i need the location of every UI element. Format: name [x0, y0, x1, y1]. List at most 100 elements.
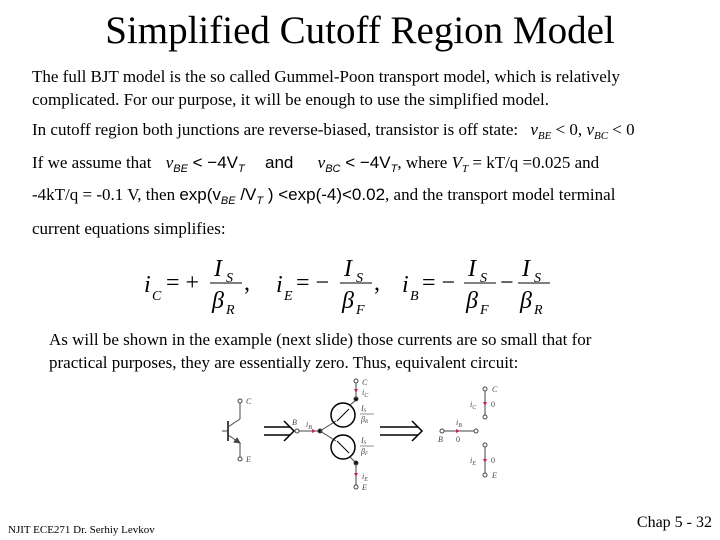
bjt-emitter-arrow: [233, 437, 241, 444]
var-v: v: [530, 120, 538, 139]
terminal-e-node: [237, 456, 243, 462]
terminal-c-node-2: [353, 378, 359, 384]
ib-current-arrow: [312, 429, 316, 433]
assume-prefix: If we assume that: [32, 153, 152, 172]
eq-ie-sub: E: [283, 289, 293, 304]
sub-be: BE: [220, 195, 236, 207]
expr2-rest: < −4V: [340, 153, 391, 172]
eq-ib-op: = −: [422, 270, 455, 296]
intro-line-1: The full BJT model is the so called Gumm…: [32, 67, 620, 86]
eq-ib-num1: I: [467, 256, 477, 282]
eq-comma: ,: [244, 270, 250, 296]
eq-ie-den: β: [341, 288, 354, 314]
eq-ie-num-sub: S: [356, 271, 363, 286]
transport-model: [294, 378, 359, 490]
var-vt: V: [451, 153, 462, 172]
eq-ic-sub: C: [152, 289, 162, 304]
eq-ib-sub: B: [410, 289, 419, 304]
eq-ic-op: = +: [166, 270, 199, 296]
conclusion-paragraph: As will be shown in the example (next sl…: [49, 328, 591, 374]
oc-label-e: E: [491, 471, 497, 480]
oc-terminal-e: [482, 472, 488, 478]
eq-ie-num: I: [343, 256, 353, 282]
source-bottom-arrow: [336, 440, 350, 454]
eq-ib-minus: −: [500, 270, 514, 296]
exp-rest: ) <exp(-4)<0.02: [263, 185, 386, 204]
slide-title: Simplified Cutoff Region Model: [105, 9, 615, 52]
eq-ib-num2: I: [521, 256, 531, 282]
oc-ie-arrow: [483, 459, 487, 463]
assume-where: , where: [397, 153, 452, 172]
implies-arrow-1: [264, 420, 296, 442]
implies-arrow-2: [380, 420, 424, 442]
terminal-c-node: [237, 398, 243, 404]
eq-ib-lhs: i: [402, 272, 409, 298]
eq-ie-den-sub: F: [355, 303, 365, 318]
source-bottom-den: βF: [360, 447, 369, 457]
equations-intro: current equations simplifies:: [32, 219, 226, 238]
bjt-collector-lead: [227, 418, 241, 428]
oc-collector-open-node: [482, 414, 488, 420]
sub-t: T: [238, 163, 245, 175]
eq-ib-num2-sub: S: [534, 271, 541, 286]
then-prefix: -4kT/q = -0.1 V, then: [32, 185, 180, 204]
vt-definition: = kT/q =0.025 and: [468, 153, 600, 172]
cond1-rest: < 0,: [551, 120, 587, 139]
eq-ib-num1-sub: S: [480, 271, 487, 286]
sub-be: BE: [537, 130, 552, 142]
exp-mid: /V: [235, 185, 257, 204]
terminal-b-node: [294, 428, 300, 434]
eq-ic-num: I: [213, 256, 223, 282]
exp-expression: exp(vBE /VT ) <exp(-4)<0.02: [179, 185, 386, 207]
eq-ic-den-sub: R: [225, 303, 235, 318]
oc-label-ie: iE: [470, 456, 476, 467]
sub-bc: BC: [325, 163, 341, 175]
eq-ib-den1: β: [465, 288, 478, 314]
eq-comma: ,: [374, 270, 380, 296]
ic-current-arrow: [354, 389, 358, 393]
oc-ic-zero: 0: [491, 400, 495, 409]
eq-ie-lhs: i: [276, 272, 283, 298]
oc-ib-zero: 0: [456, 435, 460, 444]
equivalent-circuit-diagram: C E B iB C iC iE E IS βR IS βF C iC 0 iB…: [222, 378, 498, 492]
source-top-arrow: [336, 408, 350, 422]
conclusion-line-1: As will be shown in the example (next sl…: [49, 330, 592, 349]
intro-line-2: complicated. For our purpose, it will be…: [32, 90, 549, 109]
sub-bc: BC: [593, 130, 609, 142]
footer-slide-number: Chap 5 - 32: [636, 514, 712, 531]
eq-ic-num-sub: S: [226, 271, 233, 286]
label-e: E: [245, 455, 251, 464]
label-e-2: E: [361, 483, 367, 492]
assume-and: and: [265, 153, 294, 172]
eq-ib-den1-sub: F: [479, 303, 489, 318]
then-line: -4kT/q = -0.1 V, then exp(vBE /VT ) <exp…: [32, 183, 615, 213]
var-v: v: [586, 120, 594, 139]
source-bottom-num: IS: [360, 436, 367, 446]
eq-ie-op: = −: [296, 270, 329, 296]
equations-block: i C = + I S β R , i E = − I S β F , i B …: [144, 256, 550, 318]
label-ie: iE: [362, 472, 368, 483]
oc-emitter-open-node: [482, 442, 488, 448]
assumption-line: If we assume that vBE < −4VT and vBC < −…: [32, 151, 599, 181]
eq-ib-den2-sub: R: [533, 303, 543, 318]
intro-paragraph: The full BJT model is the so called Gumm…: [32, 65, 620, 111]
open-circuit-equivalent: [439, 386, 488, 478]
oc-ie-zero: 0: [491, 456, 495, 465]
label-ic: iC: [362, 388, 369, 399]
assume-expr-2: vBC < −4VT: [318, 153, 398, 175]
footer-author: NJIT ECE271 Dr. Serhiy Levkov: [8, 524, 155, 536]
then-suffix: , and the transport model terminal: [385, 185, 616, 204]
sub-be: BE: [173, 163, 188, 175]
label-c-2: C: [362, 378, 368, 387]
cutoff-text: In cutoff region both junctions are reve…: [32, 120, 519, 139]
eq-ic-den: β: [211, 288, 224, 314]
cond2-rest: < 0: [608, 120, 635, 139]
label-ib: iB: [306, 420, 312, 431]
oc-ic-arrow: [483, 402, 487, 406]
oc-base-open-node: [473, 428, 479, 434]
cutoff-statement: In cutoff region both junctions are reve…: [32, 118, 635, 148]
bjt-symbol: [222, 398, 243, 462]
oc-label-ic: iC: [470, 400, 477, 411]
source-top-num: IS: [360, 404, 367, 414]
oc-terminal-c: [482, 386, 488, 392]
